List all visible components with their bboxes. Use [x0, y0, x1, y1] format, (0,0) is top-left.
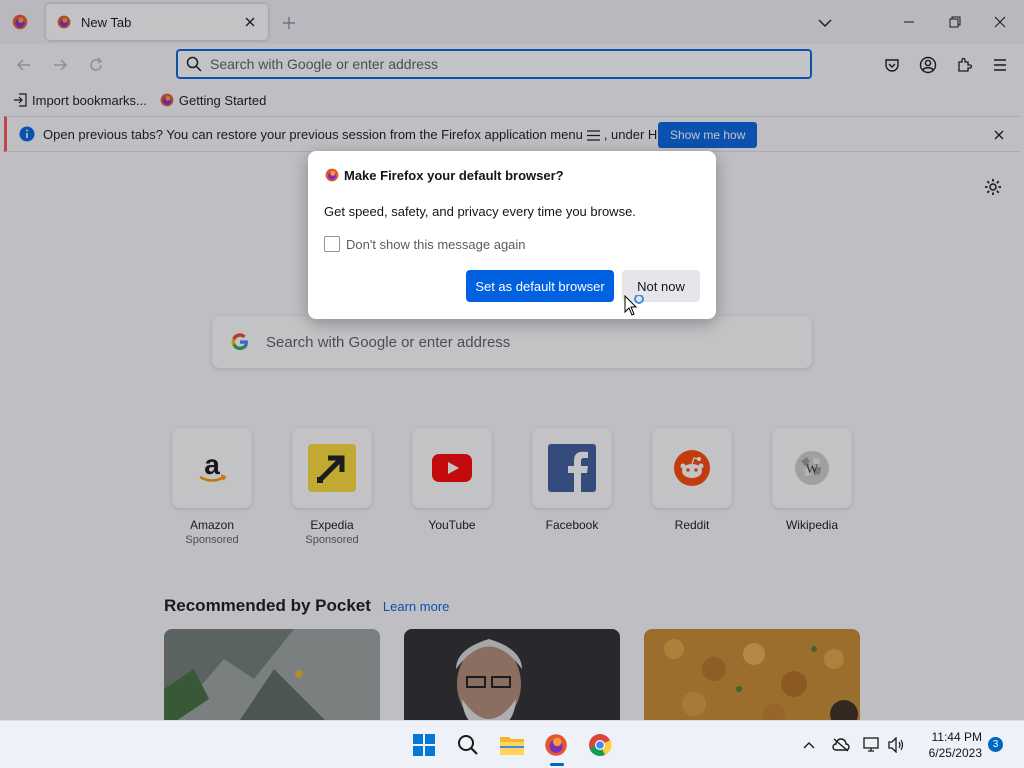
set-default-browser-button[interactable]: Set as default browser — [466, 270, 614, 302]
search-icon[interactable] — [452, 729, 484, 761]
dont-show-again-checkbox[interactable] — [324, 236, 340, 252]
active-app-indicator — [550, 763, 564, 766]
checkbox-label: Don't show this message again — [346, 236, 526, 252]
modal-backdrop — [0, 0, 1024, 720]
clock-date: 6/25/2023 — [928, 746, 982, 760]
notification-count-badge[interactable]: 3 — [988, 737, 1003, 752]
dialog-title: Make Firefox your default browser? — [344, 167, 564, 183]
network-icon[interactable] — [862, 735, 882, 755]
clock-time: 11:44 PM — [931, 730, 982, 744]
firefox-icon[interactable] — [540, 729, 572, 761]
chrome-icon[interactable] — [584, 729, 616, 761]
speaker-icon[interactable] — [886, 735, 906, 755]
windows-taskbar: 11:44 PM 6/25/2023 3 — [0, 720, 1024, 768]
cloud-offline-icon[interactable] — [831, 735, 851, 755]
dialog-header: Make Firefox your default browser? — [324, 167, 564, 183]
dont-show-again-option[interactable]: Don't show this message again — [324, 236, 526, 252]
mouse-cursor-icon — [624, 295, 644, 316]
firefox-icon — [325, 168, 339, 182]
file-explorer-icon[interactable] — [496, 729, 528, 761]
system-clock[interactable]: 11:44 PM 6/25/2023 — [912, 729, 982, 761]
chevron-up-icon[interactable] — [799, 735, 819, 755]
start-icon[interactable] — [408, 729, 440, 761]
dialog-message: Get speed, safety, and privacy every tim… — [324, 204, 636, 219]
default-browser-dialog: Make Firefox your default browser? Get s… — [308, 151, 716, 319]
